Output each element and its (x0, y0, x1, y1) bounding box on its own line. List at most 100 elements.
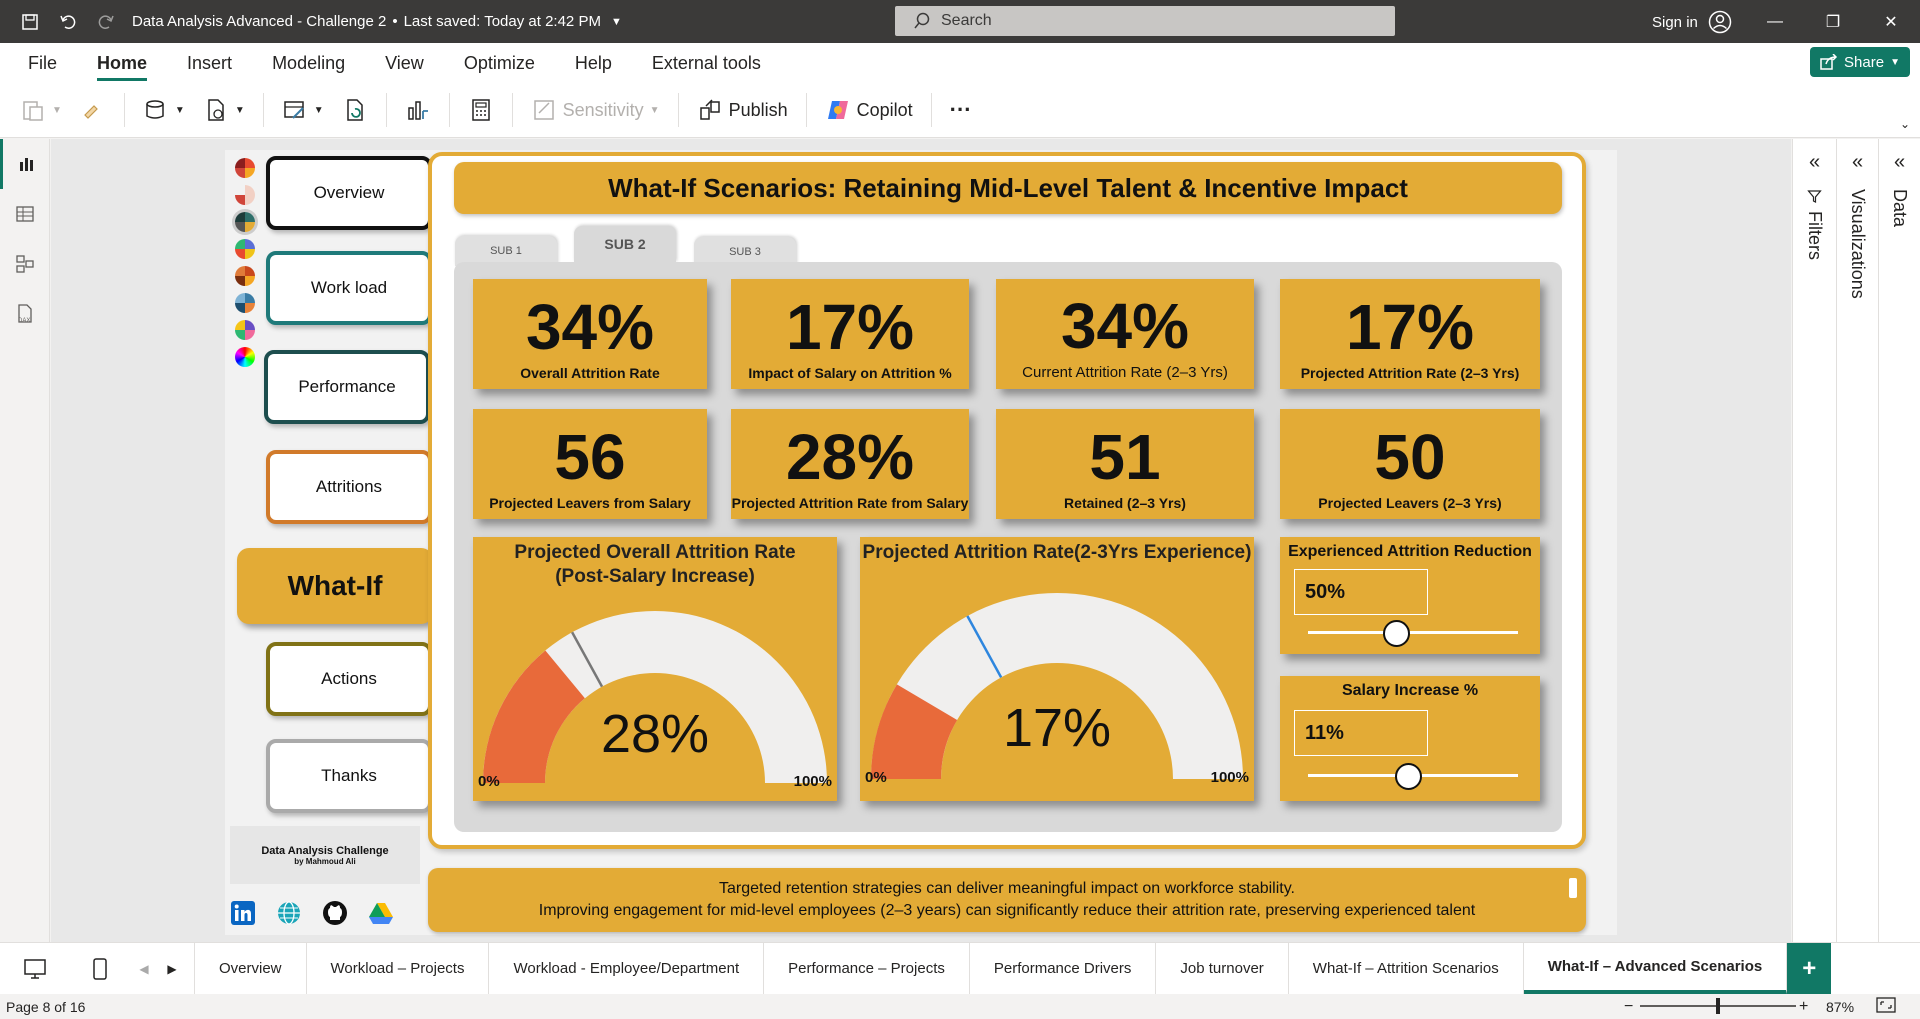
kpi-value: 34% (1060, 290, 1190, 362)
share-button[interactable]: Share ▼ (1810, 47, 1910, 77)
model-view-icon[interactable] (0, 239, 50, 289)
refresh-button[interactable] (342, 97, 368, 123)
menu-help[interactable]: Help (575, 43, 612, 83)
get-data-button[interactable]: ▼ (143, 97, 185, 123)
page-tab[interactable]: Overview (194, 943, 307, 994)
add-page-button[interactable]: + (1787, 943, 1832, 994)
close-icon[interactable]: ✕ (1862, 12, 1920, 32)
new-visual-button[interactable] (405, 97, 431, 123)
page-tab[interactable]: Performance – Projects (764, 943, 970, 994)
search-input[interactable]: Search (895, 6, 1395, 36)
zoom-slider-handle[interactable] (1716, 998, 1720, 1014)
ribbon-divider (805, 93, 807, 127)
page-tab[interactable]: Job turnover (1156, 943, 1289, 994)
menu-modeling[interactable]: Modeling (272, 43, 345, 83)
slicer-value-input[interactable]: 11% (1294, 710, 1428, 756)
undo-icon[interactable] (58, 12, 78, 32)
palette-dot[interactable] (235, 158, 255, 178)
save-icon[interactable] (20, 12, 40, 32)
palette-dot[interactable] (235, 185, 255, 205)
credit-title: Data Analysis Challenge (261, 844, 389, 857)
ribbon-divider (385, 93, 387, 127)
expand-filters-icon[interactable]: « (1793, 151, 1836, 174)
paste-button[interactable]: ▼ (20, 97, 62, 123)
nav-workload-button[interactable]: Work load (266, 251, 432, 325)
slicer-salary-increase[interactable]: Salary Increase % 11% (1280, 676, 1540, 801)
palette-dot[interactable] (235, 320, 255, 340)
slider-handle[interactable] (1395, 763, 1423, 790)
google-drive-icon[interactable] (368, 900, 394, 926)
ribbon-collapse-icon[interactable]: ⌄ (1900, 117, 1910, 131)
page-tab[interactable]: Workload – Projects (307, 943, 490, 994)
zoom-level[interactable]: 87% (1826, 999, 1854, 1015)
nav-attritions-button[interactable]: Attritions (266, 450, 432, 524)
menu-view[interactable]: View (385, 43, 424, 83)
kpi-label: Impact of Salary on Attrition % (748, 365, 952, 381)
palette-dot[interactable] (235, 212, 255, 232)
desktop-layout-button[interactable] (0, 943, 70, 994)
window-title[interactable]: Data Analysis Advanced - Challenge 2 • L… (132, 13, 622, 30)
github-icon[interactable] (322, 900, 348, 926)
report-view-icon[interactable] (0, 139, 50, 189)
page-tab[interactable]: Workload - Employee/Department (489, 943, 765, 994)
menu-optimize[interactable]: Optimize (464, 43, 535, 83)
nav-workload-label: Work load (310, 278, 388, 297)
palette-dot[interactable] (235, 293, 255, 313)
menu-insert[interactable]: Insert (187, 43, 232, 83)
nav-performance-button[interactable]: Performance (264, 350, 430, 424)
new-measure-button[interactable] (468, 97, 494, 123)
mobile-icon (93, 957, 107, 980)
tab-sub-2[interactable]: SUB 2 (574, 226, 676, 262)
paste-icon (20, 97, 46, 123)
nav-thanks-button[interactable]: Thanks (266, 739, 432, 813)
footer-scrollbar[interactable] (1569, 878, 1577, 898)
visualizations-pane[interactable]: « Visualizations (1836, 139, 1878, 942)
nav-attritions-label: Attritions (315, 477, 383, 496)
palette-dot[interactable] (235, 239, 255, 259)
filters-pane[interactable]: « Filters (1792, 139, 1836, 942)
publish-button[interactable]: Publish (697, 97, 788, 123)
zoom-in-icon[interactable]: + (1799, 998, 1808, 1016)
copilot-button[interactable]: Copilot (825, 97, 913, 123)
dax-query-view-icon[interactable]: DAX (0, 289, 50, 339)
sign-in-button[interactable]: Sign in (1652, 10, 1732, 34)
recent-sources-button[interactable]: ▼ (203, 97, 245, 123)
page-tab[interactable]: Performance Drivers (970, 943, 1157, 994)
transform-data-button[interactable]: ▼ (282, 97, 324, 123)
filter-icon (1807, 190, 1822, 203)
more-options-button[interactable]: ··· (950, 97, 972, 123)
slicer-value-input[interactable]: 50% (1294, 569, 1428, 615)
website-globe-icon[interactable] (276, 900, 302, 926)
nav-overview-button[interactable]: Overview (266, 156, 432, 230)
zoom-out-icon[interactable]: − (1624, 998, 1633, 1016)
palette-dot[interactable] (235, 266, 255, 286)
expand-visualizations-icon[interactable]: « (1837, 151, 1878, 174)
page-tab[interactable]: What-If – Attrition Scenarios (1289, 943, 1524, 994)
sensitivity-button[interactable]: Sensitivity ▼ (531, 97, 660, 123)
format-painter-button[interactable] (80, 97, 106, 123)
previous-page-arrow[interactable]: ◀ (130, 943, 158, 994)
data-pane[interactable]: « Data (1878, 139, 1920, 942)
nav-whatif-button[interactable]: What-If (237, 548, 433, 624)
redo-icon[interactable] (96, 12, 116, 32)
table-view-icon[interactable] (0, 189, 50, 239)
fit-to-page-icon[interactable] (1876, 997, 1896, 1016)
menu-external-tools[interactable]: External tools (652, 43, 761, 83)
slider-track[interactable] (1308, 631, 1518, 634)
minimize-icon[interactable]: — (1746, 13, 1804, 31)
next-page-arrow[interactable]: ▶ (158, 943, 186, 994)
credit-card: Data Analysis Challenge by Mahmoud Ali (230, 826, 420, 884)
restore-icon[interactable]: ❐ (1804, 12, 1862, 32)
menu-home[interactable]: Home (97, 43, 148, 83)
page-tab-active[interactable]: What-If – Advanced Scenarios (1523, 943, 1788, 994)
nav-actions-button[interactable]: Actions (266, 642, 432, 716)
gauge-projected-overall-attrition[interactable]: Projected Overall Attrition Rate (Post-S… (473, 537, 837, 801)
gauge-projected-attrition-2-3[interactable]: Projected Attrition Rate(2-3Yrs Experien… (860, 537, 1254, 801)
linkedin-icon[interactable] (230, 900, 256, 926)
slider-handle[interactable] (1382, 620, 1410, 647)
mobile-layout-button[interactable] (70, 943, 130, 994)
palette-dot[interactable] (235, 347, 255, 367)
expand-data-icon[interactable]: « (1879, 151, 1920, 174)
slicer-experienced-attrition-reduction[interactable]: Experienced Attrition Reduction 50% (1280, 537, 1540, 654)
menu-file[interactable]: File (28, 43, 57, 83)
